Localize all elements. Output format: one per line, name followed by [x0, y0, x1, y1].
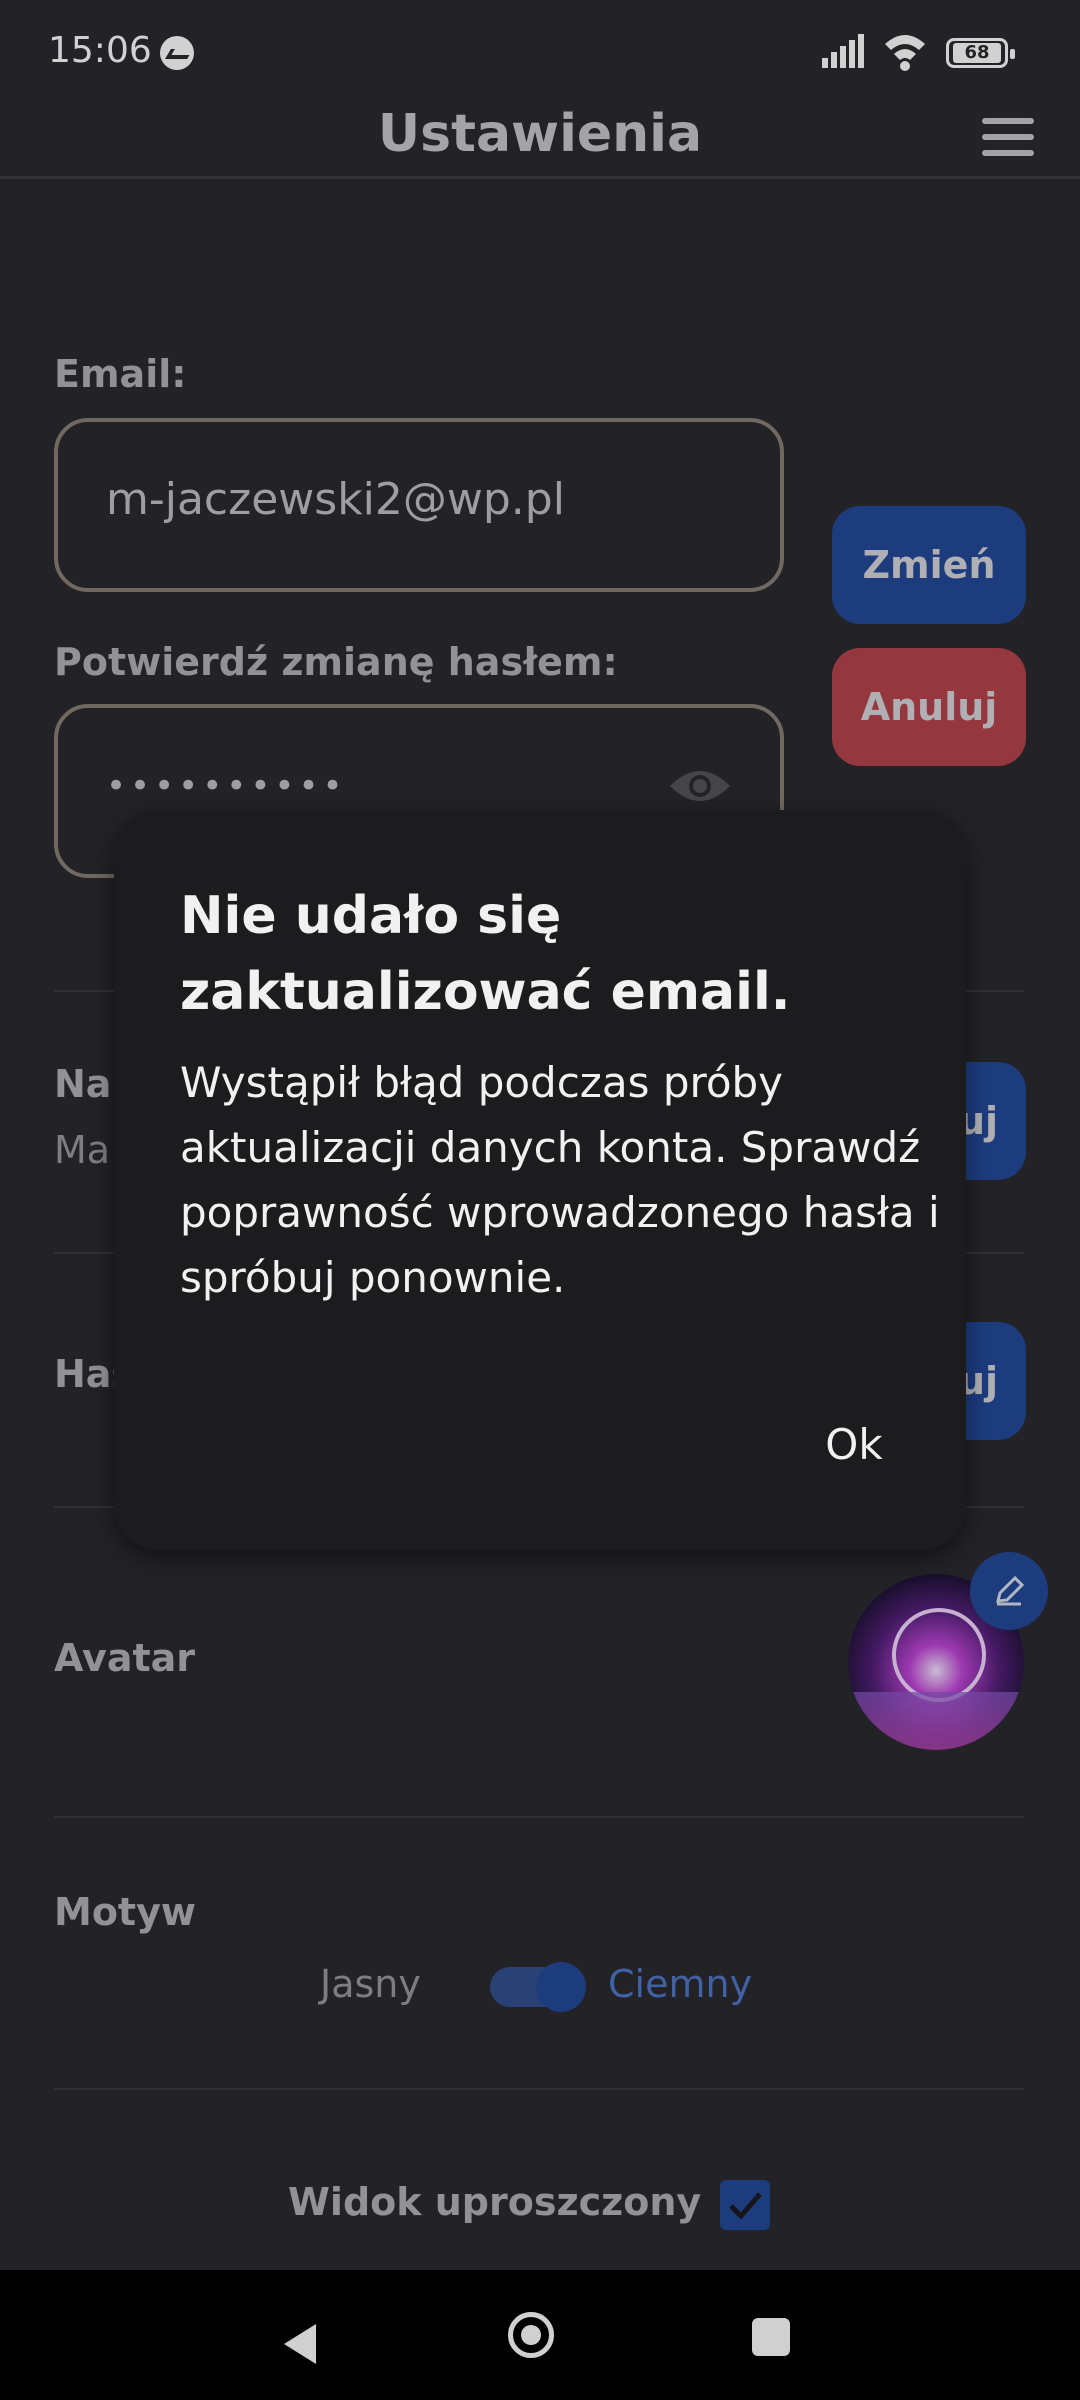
- dialog-message: Wystąpił błąd podczas próby aktualizacji…: [180, 1058, 940, 1302]
- dialog-title: Nie udało się zaktualizować email.: [180, 886, 791, 1022]
- system-nav-bar: [0, 2270, 1080, 2400]
- ok-button[interactable]: Ok: [814, 1420, 894, 1469]
- recent-apps-icon[interactable]: [752, 2318, 790, 2356]
- home-icon[interactable]: [508, 2312, 554, 2358]
- back-icon[interactable]: [280, 2320, 320, 2368]
- error-dialog: Nie udało się zaktualizować email. Wystą…: [114, 810, 966, 1550]
